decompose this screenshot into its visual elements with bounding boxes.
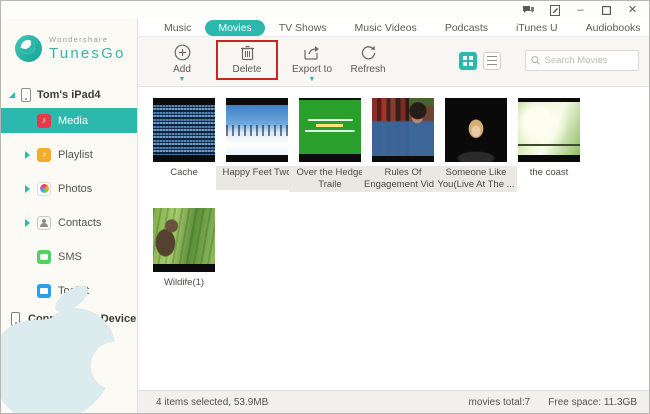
device-connect-icon <box>11 312 20 326</box>
brand-company: Wondershare <box>49 35 109 44</box>
movie-thumbnail[interactable] <box>518 98 580 162</box>
photos-icon <box>37 181 51 196</box>
dropdown-caret-icon[interactable]: ▼ <box>179 76 186 83</box>
tunesgo-logo-icon <box>15 35 42 62</box>
refresh-button[interactable]: Refresh <box>340 41 396 75</box>
movie-card[interactable]: Over the Hedge Traile <box>289 98 371 192</box>
add-button[interactable]: Add ▼ <box>154 41 210 83</box>
chevron-right-icon[interactable] <box>25 150 30 159</box>
dropdown-caret-icon[interactable]: ▼ <box>309 76 316 83</box>
tab-tv-shows[interactable]: TV Shows <box>265 21 341 35</box>
sms-icon <box>37 249 51 264</box>
export-to-label: Export to <box>291 64 333 75</box>
list-view-button[interactable] <box>483 51 501 70</box>
movie-title: Cache <box>170 167 198 178</box>
tab-movies[interactable]: Movies <box>205 19 265 36</box>
sidebar-item-label: SMS <box>58 250 82 263</box>
movie-thumbnail[interactable] <box>226 98 288 162</box>
minimize-icon[interactable]: – <box>574 4 587 16</box>
sidebar-item-playlist[interactable]: ♪ Playlist <box>1 142 137 167</box>
export-to-button[interactable]: Export to ▼ <box>284 41 340 83</box>
sidebar-item-sms[interactable]: SMS <box>1 244 137 269</box>
tab-itunes-u[interactable]: iTunes U <box>502 21 572 35</box>
grid-view-button[interactable] <box>459 51 477 70</box>
delete-icon <box>240 45 254 61</box>
media-icon: ♪ <box>37 113 51 128</box>
status-bar: 4 items selected, 53.9MB movies total:7 … <box>138 390 649 413</box>
movie-title: Over the Hedge Traile <box>289 166 371 192</box>
search-input[interactable] <box>544 55 633 66</box>
movie-card[interactable]: Rules Of Engagement Vid... <box>362 98 444 192</box>
feedback-icon[interactable] <box>548 4 561 16</box>
chevron-right-icon[interactable] <box>25 218 30 227</box>
chat-icon[interactable] <box>522 5 535 16</box>
sidebar: Wondershare TunesGo Tom's iPad4 ♪ Media <box>1 19 138 413</box>
search-box[interactable] <box>525 50 639 71</box>
sidebar-item-label: Photos <box>58 182 93 195</box>
maximize-icon[interactable] <box>600 5 613 16</box>
add-icon <box>174 44 190 61</box>
media-type-tabs: Music Movies TV Shows Music Videos Podca… <box>138 19 649 37</box>
movie-card[interactable]: the coast <box>518 98 580 192</box>
movies-total: movies total:7 <box>468 396 531 408</box>
sidebar-item-photos[interactable]: Photos <box>1 176 137 201</box>
sidebar-item-label: Contacts <box>58 216 102 229</box>
delete-button[interactable]: Delete <box>216 40 278 80</box>
list-icon <box>487 56 497 65</box>
tab-music[interactable]: Music <box>150 21 205 35</box>
close-icon[interactable]: ✕ <box>626 4 639 16</box>
connect-label: Connect New Device <box>28 313 137 325</box>
movie-card[interactable]: Cache <box>153 98 215 192</box>
brand-product: TunesGo <box>49 45 126 62</box>
sidebar-item-label: Toolkit <box>58 284 90 297</box>
connect-new-device[interactable]: Connect New Device <box>1 312 137 326</box>
tab-audiobooks[interactable]: Audiobooks <box>572 21 649 35</box>
movie-thumbnail[interactable] <box>372 98 434 162</box>
sidebar-item-label: Playlist <box>58 148 93 161</box>
brand-logo-block: Wondershare TunesGo <box>1 19 137 62</box>
tab-music-videos[interactable]: Music Videos <box>341 21 431 35</box>
movie-grid: Cache Happy Feet Two Over the Hedge Trai… <box>138 87 649 390</box>
movie-title: the coast <box>529 167 569 178</box>
movie-thumbnail[interactable] <box>445 98 507 162</box>
tunesgo-window: – ✕ Wondershare TunesGo Tom's iPad4 ♪ Me… <box>0 0 650 414</box>
export-icon <box>304 46 319 60</box>
contacts-icon <box>37 215 51 230</box>
chevron-right-icon[interactable] <box>25 184 30 193</box>
movie-thumbnail[interactable] <box>299 98 361 162</box>
sidebar-item-label: Media <box>58 114 88 127</box>
titlebar: – ✕ <box>1 1 649 19</box>
search-icon <box>531 56 541 65</box>
device-node[interactable]: Tom's iPad4 <box>1 84 137 108</box>
sidebar-item-contacts[interactable]: Contacts <box>1 210 137 235</box>
movie-card[interactable]: Wildife(1) <box>153 207 215 300</box>
refresh-label: Refresh <box>350 64 386 75</box>
movie-card[interactable]: Happy Feet Two <box>216 98 298 192</box>
toolkit-icon <box>37 283 51 298</box>
movie-title: Someone Like You(Live At The ... <box>435 166 517 192</box>
free-space: Free space: 11.3GB <box>548 396 637 408</box>
refresh-icon <box>361 45 375 60</box>
selection-status: 4 items selected, 53.9MB <box>156 396 269 408</box>
movie-title: Wildife(1) <box>163 276 205 288</box>
ipad-icon <box>21 88 31 102</box>
sidebar-item-media[interactable]: ♪ Media <box>1 108 137 133</box>
movie-title: Happy Feet Two <box>216 166 298 190</box>
playlist-icon: ♪ <box>37 147 51 162</box>
device-name: Tom's iPad4 <box>37 89 101 101</box>
grid-icon <box>463 55 473 66</box>
add-label: Add <box>173 64 191 75</box>
toolbar: Add ▼ Delete Export to ▼ Refresh <box>138 37 649 87</box>
movie-card[interactable]: Someone Like You(Live At The ... <box>435 98 517 192</box>
tab-podcasts[interactable]: Podcasts <box>431 21 502 35</box>
movie-title: Rules Of Engagement Vid... <box>362 166 444 192</box>
expand-triangle-icon[interactable] <box>9 92 15 98</box>
movie-thumbnail[interactable] <box>153 98 215 162</box>
movie-thumbnail[interactable] <box>153 207 215 272</box>
sidebar-item-toolkit[interactable]: Toolkit <box>1 278 137 303</box>
delete-label: Delete <box>232 64 262 75</box>
